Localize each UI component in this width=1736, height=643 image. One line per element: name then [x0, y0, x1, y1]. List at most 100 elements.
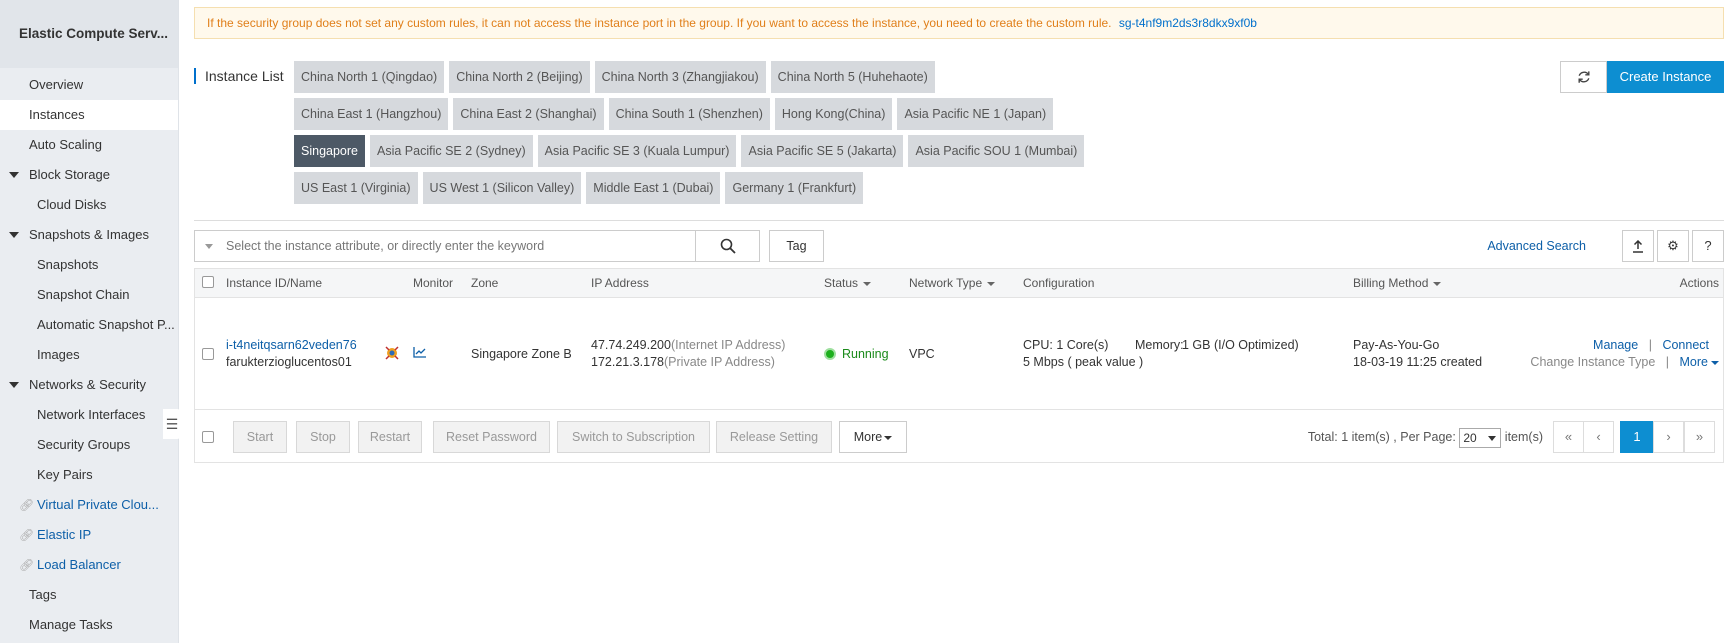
last-page-button[interactable]: » [1684, 421, 1715, 453]
sidebar-group-label: Networks & Security [29, 377, 147, 392]
sidebar-group-label: Block Storage [29, 167, 110, 182]
region-selector: China North 1 (Qingdao) China North 2 (B… [294, 61, 1085, 209]
security-group-link[interactable]: sg-t4nf9m2ds3r8dkx9xf0b [1119, 16, 1257, 30]
region-button[interactable]: China North 3 (Zhangjiakou) [594, 61, 766, 93]
start-button[interactable]: Start [233, 421, 287, 453]
sidebar-item-images[interactable]: Images [0, 340, 178, 370]
monitor-chart-icon[interactable] [413, 346, 427, 363]
sidebar-item-instances[interactable]: Instances [0, 100, 178, 130]
first-page-button[interactable]: « [1553, 421, 1584, 453]
region-button[interactable]: China North 5 (Huhehaote) [770, 61, 935, 93]
more-actions-dropdown[interactable]: More [1680, 355, 1719, 369]
sidebar-item-elastic-ip[interactable]: 🔗︎ Elastic IP [0, 520, 178, 550]
col-billing-sort[interactable]: Billing Method [1353, 269, 1442, 297]
alert-text: If the security group does not set any c… [207, 16, 1112, 30]
manage-link[interactable]: Manage [1593, 338, 1638, 352]
refresh-button[interactable] [1560, 61, 1607, 93]
table-header: Instance ID/Name Monitor Zone IP Address… [195, 269, 1723, 298]
page-1-button[interactable]: 1 [1620, 421, 1654, 453]
connect-link[interactable]: Connect [1662, 338, 1709, 352]
sidebar-item-auto-scaling[interactable]: Auto Scaling [0, 130, 178, 160]
instance-name: farukterzioglucentos01 [226, 355, 352, 369]
sidebar-item-key-pairs[interactable]: Key Pairs [0, 460, 178, 490]
sidebar-group-snapshots-images[interactable]: Snapshots & Images [0, 220, 178, 250]
sidebar-item-manage-tasks[interactable]: Manage Tasks [0, 610, 178, 640]
region-button[interactable]: Middle East 1 (Dubai) [586, 172, 721, 204]
region-button-selected[interactable]: Singapore [294, 135, 365, 167]
sidebar-item-security-groups[interactable]: Security Groups [0, 430, 178, 460]
more-button[interactable]: More [839, 421, 907, 453]
help-button[interactable]: ? [1692, 230, 1724, 262]
release-setting-button[interactable]: Release Setting [716, 421, 832, 453]
pagination-summary: Total: 1 item(s) , Per Page: 20 item(s) [1308, 421, 1543, 453]
col-status-sort[interactable]: Status [824, 269, 872, 297]
per-page-select[interactable]: 20 [1459, 427, 1502, 448]
sidebar-item-automatic-snapshot-policy[interactable]: Automatic Snapshot P... [0, 310, 178, 340]
sidebar-item-load-balancer[interactable]: 🔗︎ Load Balancer [0, 550, 178, 580]
sidebar-item-cloud-disks[interactable]: Cloud Disks [0, 190, 178, 220]
region-button[interactable]: Germany 1 (Frankfurt) [725, 172, 864, 204]
chevron-down-icon [884, 435, 893, 440]
change-instance-type-link[interactable]: Change Instance Type [1530, 355, 1655, 369]
action-separator: | [1648, 338, 1652, 352]
stop-button[interactable]: Stop [296, 421, 350, 453]
instance-id-link[interactable]: i-t4neitqsarn62veden76 [226, 337, 357, 354]
row-actions-top: Manage | Connect [1593, 337, 1709, 354]
advanced-search-link[interactable]: Advanced Search [1487, 230, 1586, 262]
export-button[interactable] [1622, 230, 1654, 262]
col-instance-id: Instance ID/Name [226, 276, 323, 290]
reset-password-button[interactable]: Reset Password [433, 421, 550, 453]
region-button[interactable]: Asia Pacific SOU 1 (Mumbai) [908, 135, 1085, 167]
status-text: Running [842, 347, 889, 361]
search-button[interactable] [695, 231, 759, 261]
footer-select-all-checkbox[interactable] [202, 431, 214, 443]
sidebar-item-network-interfaces[interactable]: Network Interfaces [0, 400, 178, 430]
created-time: 18-03-19 11:25 created [1353, 355, 1483, 369]
col-zone: Zone [471, 276, 499, 290]
select-all-checkbox[interactable] [202, 276, 214, 288]
sidebar-item-snapshot-chain[interactable]: Snapshot Chain [0, 280, 178, 310]
row-checkbox[interactable] [202, 348, 214, 360]
sidebar-item-tags[interactable]: Tags [0, 580, 178, 610]
sidebar-group-block-storage[interactable]: Block Storage [0, 160, 178, 190]
region-button[interactable]: China North 1 (Qingdao) [294, 61, 445, 93]
config-bandwidth: 5 Mbps ( peak value ) [1023, 355, 1144, 369]
region-button[interactable]: US East 1 (Virginia) [294, 172, 418, 204]
ip-public: 47.74.249.200(Internet IP Address) [591, 337, 785, 354]
region-button[interactable]: China North 2 (Beijing) [449, 61, 590, 93]
region-button[interactable]: Asia Pacific SE 5 (Jakarta) [741, 135, 904, 167]
col-billing: Billing Method [1353, 276, 1429, 290]
region-row: China North 1 (Qingdao) China North 2 (B… [294, 61, 1074, 93]
sidebar-item-snapshots[interactable]: Snapshots [0, 250, 178, 280]
region-button[interactable]: Asia Pacific SE 3 (Kuala Lumpur) [537, 135, 737, 167]
region-button[interactable]: Asia Pacific NE 1 (Japan) [897, 98, 1054, 130]
settings-button[interactable]: ⚙ [1657, 230, 1689, 262]
prev-page-button[interactable]: ‹ [1583, 421, 1614, 453]
region-button[interactable]: China South 1 (Shenzhen) [608, 98, 770, 130]
col-network-sort[interactable]: Network Type [909, 269, 996, 297]
region-button[interactable]: Asia Pacific SE 2 (Sydney) [370, 135, 533, 167]
filter-dropdown-icon[interactable] [205, 244, 213, 249]
sidebar-item-vpc[interactable]: 🔗︎ Virtual Private Clou... [0, 490, 178, 520]
sidebar-title: Elastic Compute Serv... [0, 0, 178, 68]
sidebar-group-networks-security[interactable]: Networks & Security [0, 370, 178, 400]
region-button[interactable]: US West 1 (Silicon Valley) [422, 172, 582, 204]
next-page-button[interactable]: › [1653, 421, 1684, 453]
sidebar-collapse-icon[interactable]: ☰ [163, 409, 181, 439]
config-memory-label: Memory: [1135, 338, 1184, 352]
region-button[interactable]: China East 1 (Hangzhou) [294, 98, 449, 130]
restart-button[interactable]: Restart [358, 421, 422, 453]
region-button[interactable]: China East 2 (Shanghai) [453, 98, 604, 130]
col-actions: Actions [1679, 276, 1719, 290]
status-badge: Running [824, 346, 889, 363]
region-row: China East 1 (Hangzhou) China East 2 (Sh… [294, 98, 1074, 130]
region-button[interactable]: Hong Kong(China) [774, 98, 893, 130]
switch-to-subscription-button[interactable]: Switch to Subscription [557, 421, 710, 453]
create-instance-button[interactable]: Create Instance [1607, 61, 1724, 93]
search-input[interactable]: Select the instance attribute, or direct… [194, 230, 760, 262]
sidebar-item-overview[interactable]: Overview [0, 70, 178, 100]
ip-private-tag: (Private IP Address) [664, 355, 775, 369]
page-title: Instance List [194, 68, 284, 84]
gear-icon: ⚙ [1667, 238, 1679, 253]
tag-button[interactable]: Tag [769, 230, 824, 262]
